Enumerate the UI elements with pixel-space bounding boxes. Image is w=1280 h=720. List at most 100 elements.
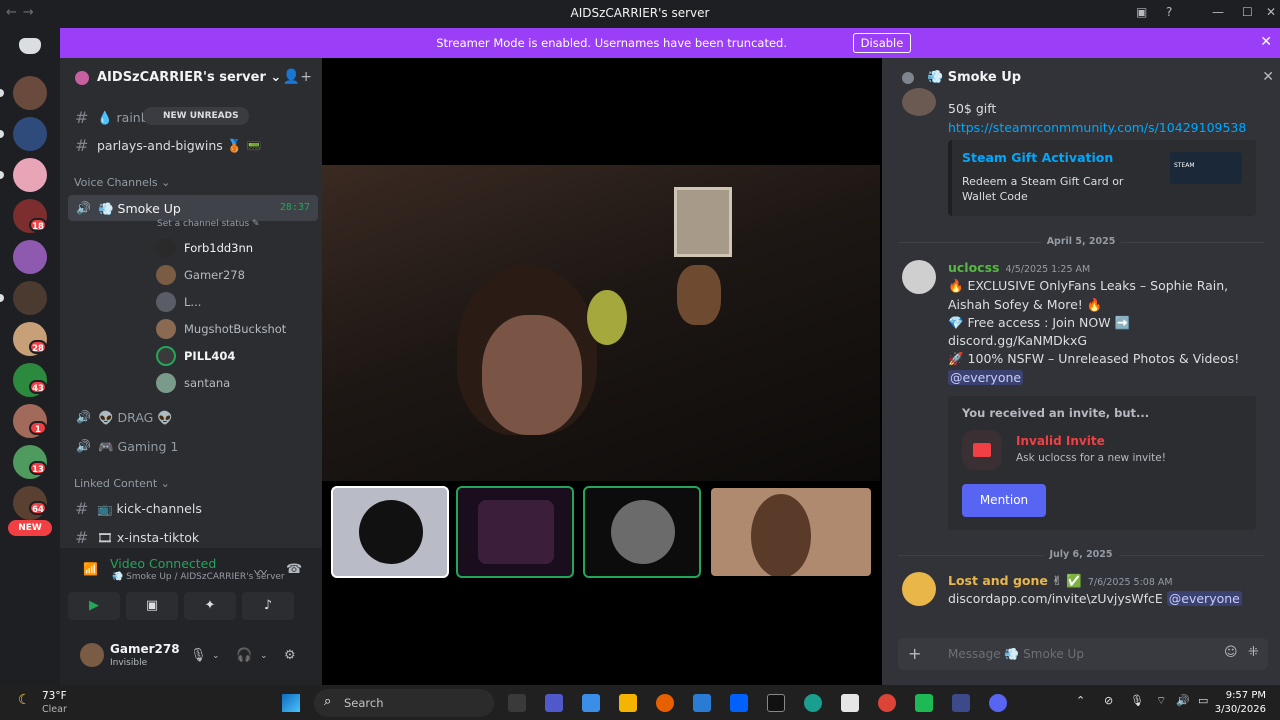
invite-title: Invalid Invite [1016,434,1105,448]
inbox-icon[interactable]: ▣ [1136,5,1147,19]
system-clock[interactable]: 9:57 PM 3/30/2026 [1215,689,1266,717]
user-name: Gamer278 [184,268,245,282]
discord-home-icon[interactable] [19,38,41,54]
mail-icon[interactable] [693,694,711,712]
unread-badge: 18 [29,218,47,232]
minimize-icon[interactable]: — [1212,5,1224,19]
new-servers-pill[interactable]: NEW [8,520,52,536]
channel-parlays[interactable]: # parlays-and-bigwins 🥉 📟 [60,132,322,158]
user-name[interactable]: Gamer278 [110,642,180,656]
linked-category[interactable]: Linked Content ⌄ [74,477,170,490]
date-label: April 5, 2025 [882,236,1280,247]
author-name[interactable]: Lost and gone [948,573,1048,588]
voice-channel-smoke-up[interactable]: 🔊 💨 Smoke Up 28:37 [68,195,318,221]
apps-icon[interactable]: ⁜ [1248,645,1259,660]
voice-connection-panel: 📶 Video Connected 💨 Smoke Up / AIDSzCARR… [60,548,322,638]
vpn-icon[interactable]: ⊘ [1104,694,1113,707]
help-icon[interactable]: ? [1166,5,1172,19]
avatar[interactable] [80,643,104,667]
server-icon[interactable] [13,281,47,315]
start-button[interactable] [282,694,300,712]
author-name[interactable]: uclocss [948,260,999,275]
chevron-down-icon[interactable]: ⌄ [212,651,220,661]
disable-streamer-button[interactable]: Disable [853,33,911,53]
edge-icon[interactable] [804,694,822,712]
soundboard-button[interactable]: ♪ [242,592,294,620]
copilot-icon[interactable] [582,694,600,712]
channel-label: 📺 kick-channels [97,501,202,516]
mention-button[interactable]: Mention [962,484,1046,517]
server-icon[interactable] [13,158,47,192]
speaker-icon: 🔊 [76,201,91,215]
emoji-icon[interactable]: ☺ [1224,645,1238,660]
everyone-mention[interactable]: @everyone [948,370,1024,385]
moon-icon: ☾ [18,692,31,708]
chrome-icon[interactable] [878,694,896,712]
screen-share-button[interactable]: ▣ [126,592,178,620]
server-icon[interactable] [13,117,47,151]
close-banner-icon[interactable]: ✕ [1260,34,1272,50]
firefox-icon[interactable] [656,694,674,712]
app-icon[interactable] [915,694,933,712]
unread-indicator [0,130,4,138]
participant-tile[interactable] [456,486,574,578]
channel-kick[interactable]: # 📺 kick-channels [60,495,322,521]
main-video-feed[interactable] [322,165,880,481]
embed-title[interactable]: Steam Gift Activation [962,150,1113,165]
voice-category[interactable]: Voice Channels ⌄ [74,176,170,189]
channel-x-insta[interactable]: # 🎞 x-insta-tiktok [60,524,322,550]
notion-icon[interactable] [767,694,785,712]
volume-icon[interactable]: 🔊 [1176,694,1190,707]
signal-icon[interactable]: 📶 [83,562,98,576]
disconnect-icon[interactable]: ☎ [286,562,302,577]
activities-button[interactable]: ✦ [184,592,236,620]
hash-icon: # [75,108,89,127]
document-icon[interactable] [841,694,859,712]
tray-overflow-icon[interactable]: ⌃ [1076,694,1085,707]
camera-button[interactable]: ▶ [68,592,120,620]
noise-suppression-icon[interactable]: 〰 [254,562,267,581]
avatar[interactable] [902,260,936,294]
voice-channel-gaming[interactable]: 🔊 🎮 Gaming 1 [68,433,318,459]
invite-people-icon[interactable]: 👤+ [283,69,312,85]
discord-taskbar-icon[interactable] [989,694,1007,712]
dropbox-icon[interactable] [730,694,748,712]
server-icon[interactable] [13,76,47,110]
voice-channel-drag[interactable]: 🔊 👽 DRAG 👽 [68,404,318,430]
weather-temp: 73°F [42,690,67,702]
set-channel-status[interactable]: Set a channel status ✎ [157,219,260,229]
message-link[interactable]: https://steamrconmmunity.com/s/104291095… [948,119,1268,138]
add-attachment-icon[interactable]: + [908,644,921,663]
app-icon[interactable] [952,694,970,712]
participant-tile[interactable] [331,486,449,578]
settings-gear-icon[interactable]: ⚙ [284,648,296,663]
hash-icon: # [75,499,89,518]
close-chat-icon[interactable]: ✕ [1262,69,1274,85]
headphones-icon[interactable]: 🎧 [236,648,252,663]
close-window-icon[interactable]: ✕ [1266,5,1276,19]
message-composer[interactable]: + Message 💨 Smoke Up ☺ ⁜ [898,638,1268,670]
everyone-mention[interactable]: @everyone [1166,591,1242,606]
server-icon[interactable] [13,240,47,274]
avatar[interactable] [902,88,936,116]
server-header[interactable]: AIDSzCARRIER's server ⌄ 👤+ [60,58,322,98]
chevron-down-icon[interactable]: ⌄ [260,651,268,661]
microphone-tray-icon[interactable]: 🎙 [1130,694,1144,707]
taskbar-search[interactable]: ⌕ Search [314,689,494,717]
maximize-icon[interactable]: ☐ [1242,5,1253,19]
participant-tile[interactable] [709,486,873,578]
microphone-icon[interactable]: 🎙 [190,648,207,663]
streamer-mode-banner: Streamer Mode is enabled. Usernames have… [60,28,1280,58]
file-explorer-icon[interactable] [619,694,637,712]
message-line: 🔥 EXCLUSIVE OnlyFans Leaks – Sophie Rain… [948,278,1229,312]
participant-tile[interactable] [583,486,701,578]
embed-description: Redeem a Steam Gift Card or Wallet Code [962,175,1124,203]
avatar[interactable] [902,572,936,606]
new-unreads-pill[interactable]: NEW UNREADS [143,107,249,125]
battery-icon[interactable]: ▭ [1198,694,1208,707]
teams-icon[interactable] [545,694,563,712]
unread-indicator [0,294,4,302]
composer-placeholder[interactable]: Message 💨 Smoke Up [948,647,1084,661]
wifi-icon[interactable]: ⌔ [1156,694,1166,708]
task-view-icon[interactable] [508,694,526,712]
